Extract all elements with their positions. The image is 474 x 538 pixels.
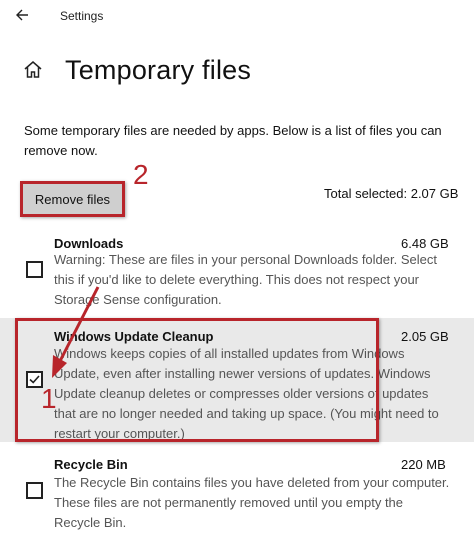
intro-text: Some temporary files are needed by apps.… [24,123,442,158]
item-size-windows-update: 2.05 GB [401,329,449,344]
item-size-recycle-bin: 220 MB [401,457,446,472]
item-title-downloads: Downloads [54,236,124,251]
item-desc-recycle-bin: The Recycle Bin contains files you have … [54,475,450,530]
home-icon[interactable] [21,58,45,82]
total-selected: Total selected: 2.07 GB [324,186,459,201]
annotation-arrow-icon [52,286,100,378]
checkbox-recycle-bin[interactable] [26,482,43,499]
checkbox-downloads[interactable] [26,261,43,278]
item-desc-downloads: Warning: These are files in your persona… [54,252,437,307]
back-arrow-icon[interactable] [12,4,34,26]
annotation-box-remove [20,181,125,217]
item-size-downloads: 6.48 GB [401,236,449,251]
page-title: Temporary files [65,55,252,85]
item-title-recycle-bin: Recycle Bin [54,457,128,472]
window-title: Settings [60,9,104,23]
annotation-number-2: 2 [133,159,149,190]
